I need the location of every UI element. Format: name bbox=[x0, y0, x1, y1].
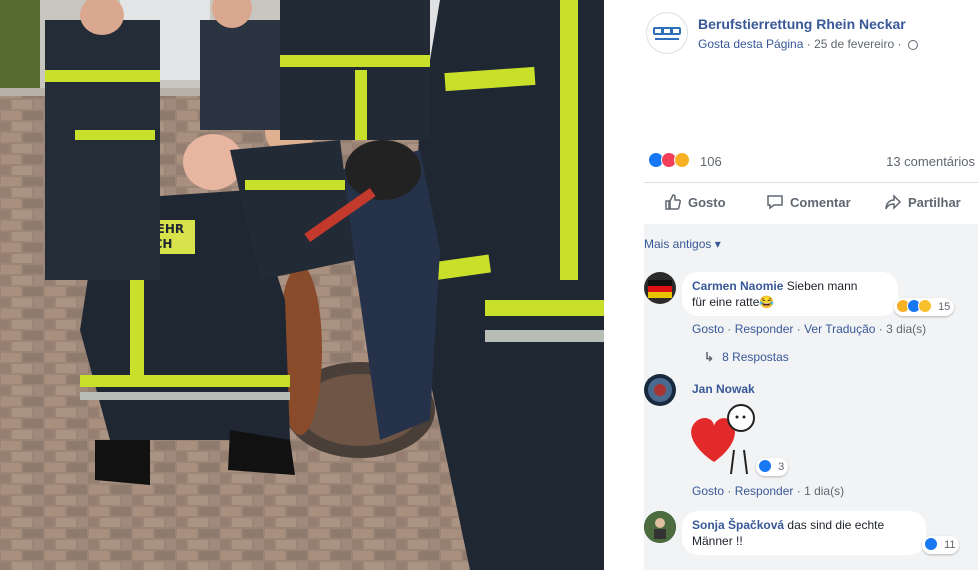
comment-reactions[interactable]: 15 bbox=[894, 298, 955, 316]
comment-author[interactable]: Sonja Špačková bbox=[692, 518, 784, 532]
comment-links: Gosto · Responder · 1 dia(s) bbox=[692, 484, 845, 498]
comments-section: Mais antigos ▾ Carmen Naomie Sieben mann… bbox=[644, 224, 978, 570]
comment-text: Sieben mann bbox=[786, 279, 858, 293]
reactions-summary: 106 13 comentários bbox=[648, 150, 978, 172]
thumbs-up-icon bbox=[665, 194, 681, 210]
post-photo[interactable]: EUERWEHR ÜERBACH bbox=[0, 0, 604, 570]
post-panel: Berufstierrettung Rhein Neckar Gosta des… bbox=[604, 0, 978, 570]
comment-author[interactable]: Jan Nowak bbox=[692, 382, 755, 396]
like-reaction-icon bbox=[758, 459, 772, 473]
globe-icon bbox=[907, 40, 918, 50]
comment-count[interactable]: 13 comentários bbox=[886, 154, 975, 169]
comment-reply-link[interactable]: Responder bbox=[735, 484, 794, 498]
comment-label: Comentar bbox=[790, 195, 851, 210]
comment-reaction-count: 3 bbox=[778, 461, 785, 473]
comment-button[interactable]: Comentar bbox=[766, 193, 851, 211]
avatar[interactable] bbox=[644, 374, 676, 406]
chevron-down-icon: ▾ bbox=[714, 237, 721, 251]
share-label: Partilhar bbox=[908, 195, 961, 210]
share-button[interactable]: Partilhar bbox=[884, 193, 961, 211]
sad-reaction-icon bbox=[918, 299, 932, 313]
like-reaction-icon bbox=[924, 537, 938, 551]
post-header: Berufstierrettung Rhein Neckar Gosta des… bbox=[646, 12, 978, 56]
page-name-link[interactable]: Berufstierrettung Rhein Neckar bbox=[698, 16, 906, 32]
reaction-icons[interactable] bbox=[648, 152, 698, 170]
comment-reaction-count: 11 bbox=[944, 539, 956, 551]
reply-arrow-icon: ↳ bbox=[704, 350, 715, 364]
avatar[interactable] bbox=[644, 511, 676, 543]
comment-reactions[interactable]: 3 bbox=[756, 458, 789, 476]
avatar[interactable] bbox=[644, 272, 676, 304]
reaction-count[interactable]: 106 bbox=[700, 154, 722, 169]
post-actions: Gosto Comentar Partilhar bbox=[644, 183, 978, 223]
comment-links: Gosto · Responder · Ver Tradução · 3 dia… bbox=[692, 322, 927, 336]
comment-reactions[interactable]: 11 bbox=[922, 536, 960, 554]
page-avatar[interactable] bbox=[646, 12, 688, 54]
view-replies-link[interactable]: ↳ 8 Respostas bbox=[704, 350, 789, 364]
comment-text-2: Männer !! bbox=[692, 534, 743, 548]
comment-text-2: für eine ratte😂 bbox=[692, 295, 775, 309]
like-label: Gosto bbox=[688, 195, 726, 210]
meta-separator: · bbox=[806, 37, 811, 51]
more-comments-link[interactable]: Mais antigos ▾ bbox=[644, 237, 721, 251]
comment-reaction-count: 15 bbox=[938, 301, 951, 313]
comment-bubble: Carmen Naomie Sieben mann für eine ratte… bbox=[682, 272, 898, 316]
comment-translate-link[interactable]: Ver Tradução bbox=[804, 322, 875, 336]
comment-icon bbox=[767, 195, 783, 210]
like-page-link[interactable]: Gosta desta Página bbox=[698, 37, 803, 51]
comment-reply-link[interactable]: Responder bbox=[735, 322, 794, 336]
comment-like-link[interactable]: Gosto bbox=[692, 322, 724, 336]
comment-time[interactable]: 3 dia(s) bbox=[886, 322, 926, 336]
comment-like-link[interactable]: Gosto bbox=[692, 484, 724, 498]
comment-time[interactable]: 1 dia(s) bbox=[804, 484, 844, 498]
replies-label: 8 Respostas bbox=[722, 350, 789, 364]
post-date[interactable]: 25 de fevereiro bbox=[814, 37, 894, 51]
comment-bubble: Sonja Špačková das sind die echte Männer… bbox=[682, 511, 926, 555]
comment-text: das sind die echte bbox=[787, 518, 885, 532]
heart-sticker[interactable] bbox=[684, 400, 764, 480]
firefighters-photo: EUERWEHR ÜERBACH bbox=[0, 0, 604, 570]
haha-reaction-icon bbox=[674, 152, 690, 168]
more-comments-label: Mais antigos bbox=[644, 237, 712, 251]
like-button[interactable]: Gosto bbox=[664, 193, 726, 211]
meta-separator-2: · bbox=[897, 37, 902, 51]
post-meta: Gosta desta Página · 25 de fevereiro · bbox=[698, 37, 918, 51]
comment-author[interactable]: Carmen Naomie bbox=[692, 279, 783, 293]
share-icon bbox=[885, 194, 902, 210]
